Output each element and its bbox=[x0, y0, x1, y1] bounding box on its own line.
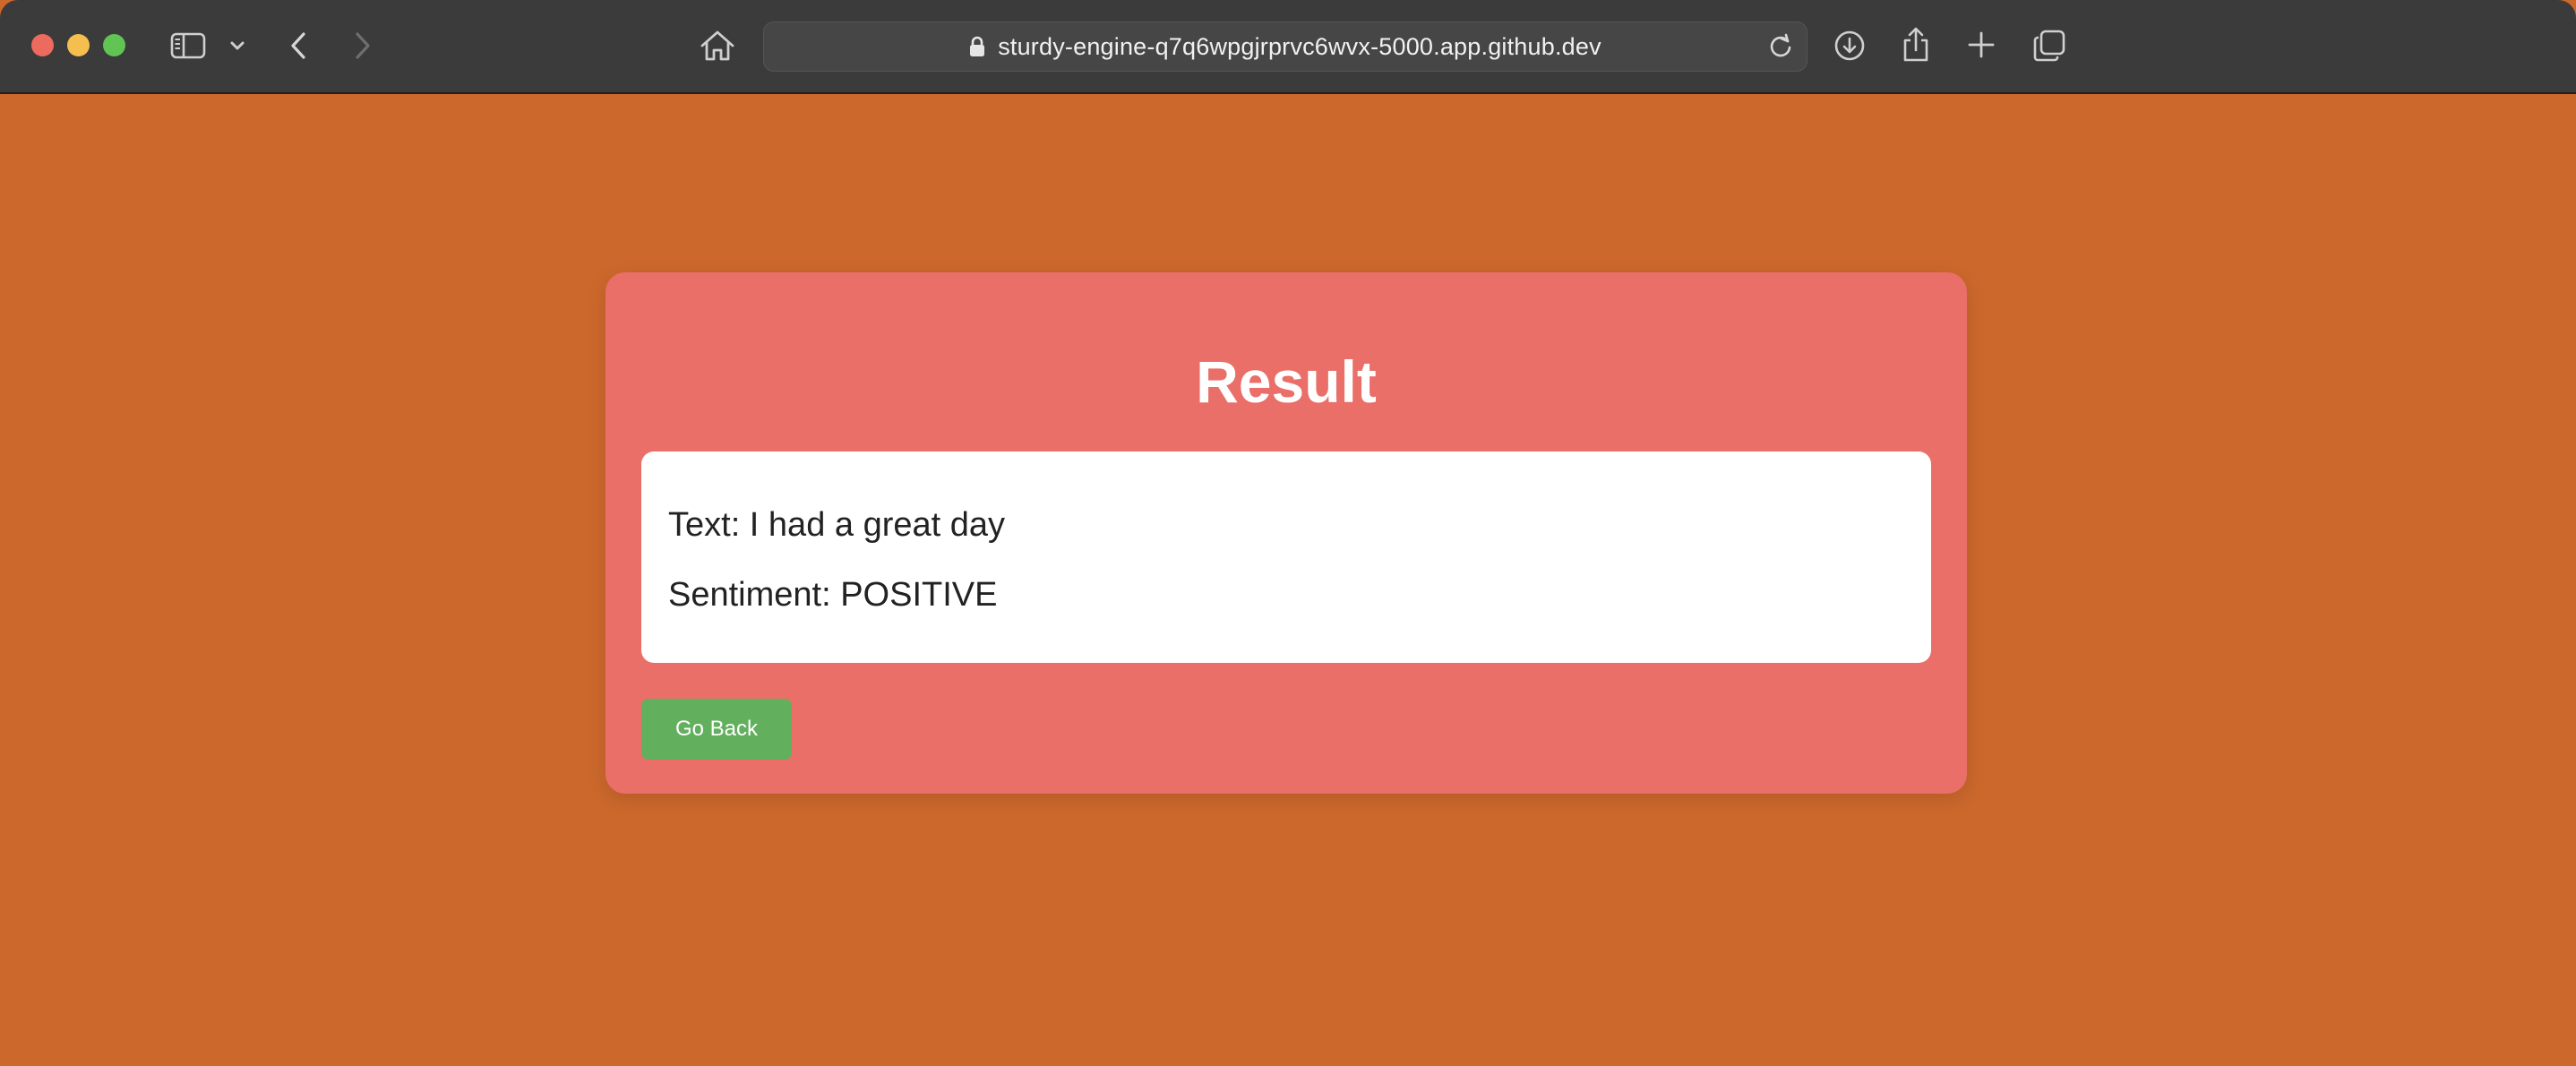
reload-icon[interactable] bbox=[1767, 33, 1794, 64]
forward-arrow-icon[interactable] bbox=[349, 29, 376, 63]
url-text: sturdy-engine-q7q6wpgjrprvc6wvx-5000.app… bbox=[998, 32, 1601, 60]
zoom-window-button[interactable] bbox=[103, 34, 125, 56]
download-icon[interactable] bbox=[1832, 28, 1868, 64]
home-icon[interactable] bbox=[699, 27, 736, 64]
input-text-line: Text: I had a great day bbox=[668, 506, 1006, 544]
browser-toolbar: sturdy-engine-q7q6wpgjrprvc6wvx-5000.app… bbox=[0, 0, 2576, 94]
back-arrow-icon[interactable] bbox=[285, 29, 312, 63]
new-tab-icon[interactable] bbox=[1965, 29, 1997, 61]
result-card: Result Text: I had a great day Sentiment… bbox=[605, 272, 1967, 794]
minimize-window-button[interactable] bbox=[67, 34, 90, 56]
page-title: Result bbox=[1196, 348, 1377, 415]
lock-icon bbox=[969, 36, 985, 57]
sentiment-line: Sentiment: POSITIVE bbox=[668, 576, 998, 614]
go-back-button[interactable]: Go Back bbox=[641, 699, 792, 760]
sidebar-icon[interactable] bbox=[168, 30, 208, 61]
address-bar[interactable]: sturdy-engine-q7q6wpgjrprvc6wvx-5000.app… bbox=[763, 21, 1807, 72]
close-window-button[interactable] bbox=[31, 34, 54, 56]
chevron-down-icon[interactable] bbox=[228, 34, 247, 57]
share-icon[interactable] bbox=[1899, 25, 1933, 64]
result-box: Text: I had a great day Sentiment: POSIT… bbox=[641, 451, 1931, 663]
tab-overview-icon[interactable] bbox=[2031, 28, 2067, 64]
